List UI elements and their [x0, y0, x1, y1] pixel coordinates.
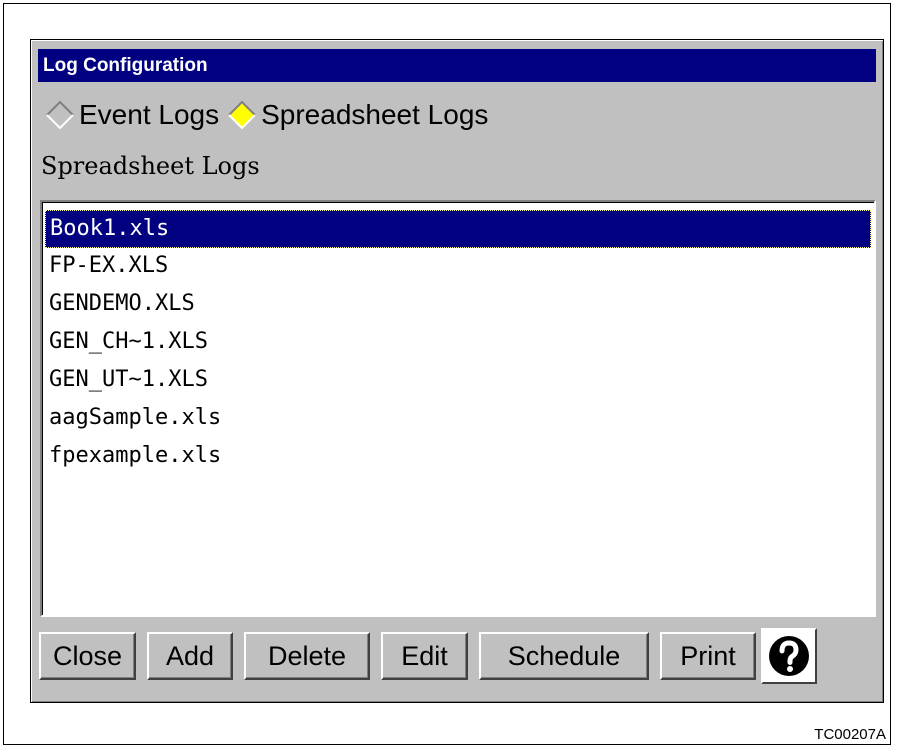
button-bar: Close Add Delete Edit Schedule Print [39, 624, 817, 688]
list-item[interactable]: Book1.xls [45, 210, 871, 248]
list-item[interactable]: GEN_UT~1.XLS [45, 362, 871, 400]
spreadsheet-log-list[interactable]: Book1.xls FP-EX.XLS GENDEMO.XLS GEN_CH~1… [40, 200, 876, 617]
list-item[interactable]: FP-EX.XLS [45, 248, 871, 286]
list-heading: Spreadsheet Logs [41, 152, 260, 180]
spreadsheet-logs-label: Spreadsheet Logs [261, 99, 489, 130]
list-item[interactable]: fpexample.xls [45, 438, 871, 476]
figure-id: TC00207A [814, 726, 886, 743]
question-mark-circle-icon [769, 636, 809, 676]
list-item[interactable]: aagSample.xls [45, 400, 871, 438]
event-logs-radio[interactable]: Event Logs [45, 99, 219, 131]
radio-diamond-icon [46, 100, 74, 130]
print-button[interactable]: Print [660, 632, 756, 680]
close-button[interactable]: Close [39, 632, 136, 680]
delete-button[interactable]: Delete [244, 632, 370, 680]
edit-button[interactable]: Edit [381, 632, 468, 680]
spreadsheet-logs-radio[interactable]: Spreadsheet Logs [227, 99, 488, 131]
list-item[interactable]: GENDEMO.XLS [45, 286, 871, 324]
window-title: Log Configuration [38, 49, 876, 82]
radio-diamond-selected-icon [228, 100, 256, 130]
add-button[interactable]: Add [147, 632, 233, 680]
list-item[interactable]: GEN_CH~1.XLS [45, 324, 871, 362]
help-button[interactable] [761, 628, 817, 684]
schedule-button[interactable]: Schedule [479, 632, 649, 680]
log-configuration-window: Log Configuration Event Logs Spreadsheet… [30, 39, 884, 703]
log-type-radio-group: Event Logs Spreadsheet Logs [45, 95, 496, 135]
event-logs-label: Event Logs [79, 99, 220, 130]
